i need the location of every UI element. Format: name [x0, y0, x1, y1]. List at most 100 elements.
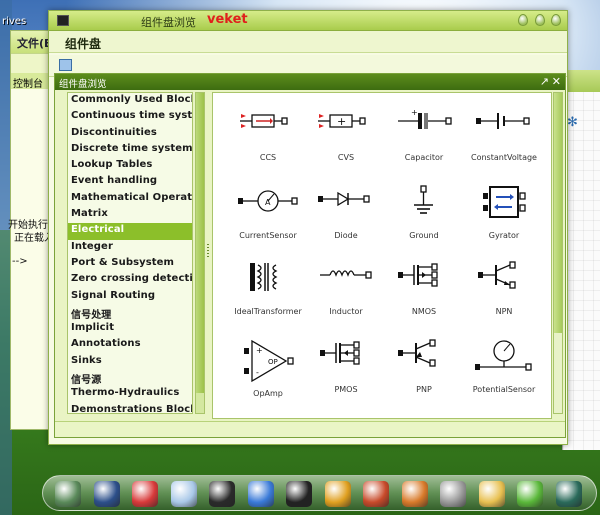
- category-item[interactable]: Port & Subsystem: [68, 256, 192, 272]
- capacitor-icon: +: [398, 108, 452, 129]
- category-item[interactable]: Continuous time systems: [68, 109, 192, 125]
- category-item[interactable]: Commonly Used Blocks: [68, 93, 192, 109]
- close-icon[interactable]: ✕: [552, 75, 561, 88]
- nmos-icon: [398, 263, 438, 287]
- opamp-icon: + - OP: [244, 339, 294, 383]
- category-item[interactable]: Signal Routing: [68, 289, 192, 305]
- chat-app-icon[interactable]: [247, 481, 274, 507]
- paper-app-icon[interactable]: [170, 481, 197, 507]
- page-title: 组件盘: [65, 37, 102, 51]
- block-label: Capacitor: [404, 153, 444, 162]
- blocks-scrollbar[interactable]: [553, 92, 563, 414]
- palette-block[interactable]: Inductor: [301, 257, 391, 329]
- status-bar: [55, 421, 565, 437]
- ground-icon: [414, 185, 433, 214]
- presentation-app-icon[interactable]: [363, 481, 389, 507]
- scrollbar-thumb[interactable]: [196, 93, 204, 393]
- cvs-icon: +: [318, 114, 366, 128]
- palette-block[interactable]: + CVS: [301, 103, 391, 175]
- window-titlebar[interactable]: 组件盘浏览 veket: [49, 11, 567, 31]
- window-header: [49, 31, 567, 53]
- palette-block[interactable]: IdealTransformer: [223, 257, 313, 329]
- block-label: NMOS: [411, 307, 437, 316]
- dragon-app-icon[interactable]: [132, 481, 158, 507]
- category-item[interactable]: Discrete time systems: [68, 142, 192, 158]
- category-item[interactable]: Mathematical Operations: [68, 191, 192, 207]
- pane-splitter[interactable]: [206, 92, 211, 414]
- block-label: PMOS: [334, 385, 358, 394]
- palette-block[interactable]: CCS: [223, 103, 313, 175]
- palette-block[interactable]: NMOS: [379, 257, 469, 329]
- window-controls: [515, 14, 561, 29]
- category-item[interactable]: Electrical: [68, 223, 192, 240]
- palette-block[interactable]: Diode: [301, 181, 391, 253]
- category-item[interactable]: Lookup Tables: [68, 158, 192, 174]
- block-label: ConstantVoltage: [471, 153, 537, 162]
- palette-block[interactable]: NPN: [459, 257, 549, 329]
- gear-icon[interactable]: ✻: [567, 115, 578, 130]
- save-icon[interactable]: [59, 59, 72, 71]
- palette-block[interactable]: A CurrentSensor: [223, 181, 313, 253]
- category-item[interactable]: 信号源: [68, 370, 192, 386]
- diode-icon: [318, 191, 370, 207]
- palette-block[interactable]: + - OP OpAmp: [223, 335, 313, 407]
- palette-block[interactable]: Gyrator: [459, 181, 549, 253]
- block-label: IdealTransformer: [234, 307, 302, 316]
- pmos-icon: [320, 341, 360, 365]
- palette-block[interactable]: Ground: [379, 181, 469, 253]
- category-item[interactable]: Thermo-Hydraulics: [68, 386, 192, 402]
- svg-text:+: +: [337, 115, 346, 128]
- block-label: Ground: [409, 231, 439, 240]
- blocks-panel: CCS + CVS + Capacitor ConstantVoltage A Current…: [212, 92, 552, 419]
- scrollbar-thumb[interactable]: [554, 93, 562, 333]
- block-label: PNP: [416, 385, 432, 394]
- palette-block[interactable]: PNP: [379, 335, 469, 407]
- category-item[interactable]: 信号处理: [68, 305, 192, 321]
- maximize-icon[interactable]: [534, 14, 545, 26]
- category-item[interactable]: Zero crossing detection: [68, 272, 192, 288]
- chart-app-icon[interactable]: [55, 481, 81, 507]
- close-icon[interactable]: [551, 14, 561, 26]
- document-app-icon[interactable]: [478, 481, 505, 507]
- pen-app-icon[interactable]: [440, 481, 466, 507]
- palette-block[interactable]: PotentialSensor: [459, 335, 549, 407]
- block-label: CVS: [337, 153, 355, 162]
- block-label: PotentialSensor: [472, 385, 536, 394]
- console-line-3: -->: [12, 256, 28, 267]
- help-app-icon[interactable]: [517, 481, 543, 507]
- camera-app-icon[interactable]: [555, 481, 582, 507]
- inductor-icon: [320, 270, 372, 279]
- block-label: Inductor: [329, 307, 363, 316]
- block-label: NPN: [495, 307, 513, 316]
- dock: [42, 475, 597, 511]
- palette-block[interactable]: ConstantVoltage: [459, 103, 549, 175]
- minimize-icon[interactable]: [518, 14, 528, 26]
- palette-block[interactable]: PMOS: [301, 335, 391, 407]
- media-app-icon[interactable]: [209, 481, 235, 507]
- gyrator-icon: [483, 186, 526, 218]
- category-item[interactable]: Implicit: [68, 321, 192, 337]
- svg-text:-: -: [256, 368, 259, 377]
- folder-app-icon[interactable]: [324, 481, 351, 507]
- desktop-label: rives: [2, 16, 27, 27]
- npn-icon: [478, 261, 516, 289]
- veket-brand: veket: [207, 12, 248, 27]
- monitor-app-icon[interactable]: [93, 481, 120, 507]
- palette-title: 组件盘浏览: [59, 79, 107, 90]
- category-item[interactable]: Sinks: [68, 354, 192, 370]
- category-item[interactable]: Matrix: [68, 207, 192, 223]
- category-item[interactable]: Event handling: [68, 174, 192, 190]
- constant-voltage-icon: [476, 113, 530, 129]
- category-item[interactable]: Discontinuities: [68, 126, 192, 142]
- block-label: Gyrator: [488, 231, 520, 240]
- svg-text:A: A: [265, 198, 271, 207]
- palette-block[interactable]: + Capacitor: [379, 103, 469, 175]
- category-item[interactable]: Demonstrations Blocks: [68, 403, 192, 413]
- penguin-app-icon[interactable]: [286, 481, 312, 507]
- block-label: CurrentSensor: [239, 231, 297, 240]
- category-item[interactable]: Integer: [68, 240, 192, 256]
- paint-app-icon[interactable]: [401, 481, 428, 507]
- category-item[interactable]: Annotations: [68, 337, 192, 353]
- pin-icon[interactable]: ↗: [540, 75, 549, 88]
- category-scrollbar[interactable]: [195, 92, 205, 414]
